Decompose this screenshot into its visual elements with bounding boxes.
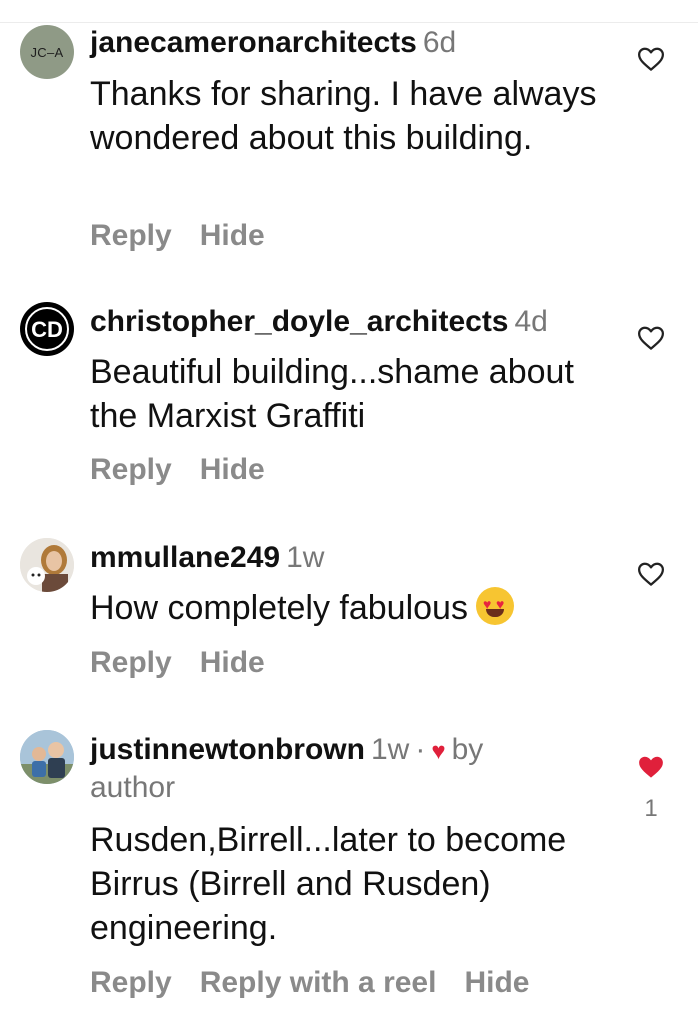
reply-button[interactable]: Reply — [90, 646, 172, 679]
comment-actions: Reply Hide — [90, 218, 293, 254]
comment-header: mmullane249 1w — [90, 540, 324, 576]
avatar-initials: JC–A — [30, 44, 64, 60]
heart-filled-icon: ♥ — [431, 738, 446, 765]
heart-outline-icon[interactable] — [636, 559, 666, 589]
comment-text: Thanks for sharing. I have always wonder… — [90, 75, 597, 157]
profile-photo-icon — [20, 538, 74, 592]
comment-text-content: How completely fabulous — [90, 589, 468, 627]
reply-button[interactable]: Reply — [90, 453, 172, 486]
comment-actions: Reply Hide — [90, 452, 293, 488]
separator-dot: · — [415, 733, 426, 766]
comment-actions: Reply Hide — [90, 645, 293, 681]
heart-outline-icon[interactable] — [636, 323, 666, 353]
hide-button[interactable]: Hide — [464, 966, 529, 999]
timestamp: 1w — [286, 541, 325, 574]
timestamp: 1w — [370, 733, 410, 766]
username[interactable]: christopher_doyle_architects — [90, 305, 509, 338]
reply-button[interactable]: Reply — [90, 966, 172, 999]
comment-text: Rusden,Birrell...later to become Birrus … — [90, 821, 567, 947]
timestamp: 4d — [514, 305, 548, 338]
hide-button[interactable]: Hide — [200, 219, 265, 252]
comment-text: Beautiful building...shame about the Mar… — [90, 353, 574, 435]
profile-photo-icon — [20, 730, 74, 784]
username[interactable]: janecameronarchitects — [90, 26, 417, 59]
architect-logo-icon: CD — [22, 304, 72, 354]
comment-header: justinnewtonbrown 1w · ♥ by author — [90, 732, 540, 806]
avatar[interactable]: JC–A — [20, 25, 74, 79]
avatar[interactable]: CD — [20, 302, 74, 356]
comment-actions: Reply Reply with a reel Hide — [90, 965, 557, 1001]
reply-button[interactable]: Reply — [90, 219, 172, 252]
hide-button[interactable]: Hide — [200, 453, 265, 486]
timestamp: 6d — [422, 26, 457, 59]
avatar[interactable] — [20, 538, 74, 592]
comment-header: christopher_doyle_architects 4d — [90, 304, 548, 340]
reply-with-reel-button[interactable]: Reply with a reel — [200, 966, 437, 999]
top-divider — [0, 22, 698, 23]
like-count[interactable]: 1 — [636, 795, 666, 823]
logo-letters: CD — [31, 317, 63, 342]
comment-text: How completely fabulous ♥ ♥ — [90, 586, 630, 630]
avatar[interactable] — [20, 730, 74, 784]
comment-header: janecameronarchitects 6d — [90, 25, 456, 61]
username[interactable]: justinnewtonbrown — [90, 733, 365, 766]
heart-outline-icon[interactable] — [636, 44, 666, 74]
username[interactable]: mmullane249 — [90, 541, 280, 574]
heart-filled-icon[interactable] — [636, 752, 666, 782]
heart-eyes-emoji-icon: ♥ ♥ — [475, 587, 514, 625]
hide-button[interactable]: Hide — [200, 646, 265, 679]
